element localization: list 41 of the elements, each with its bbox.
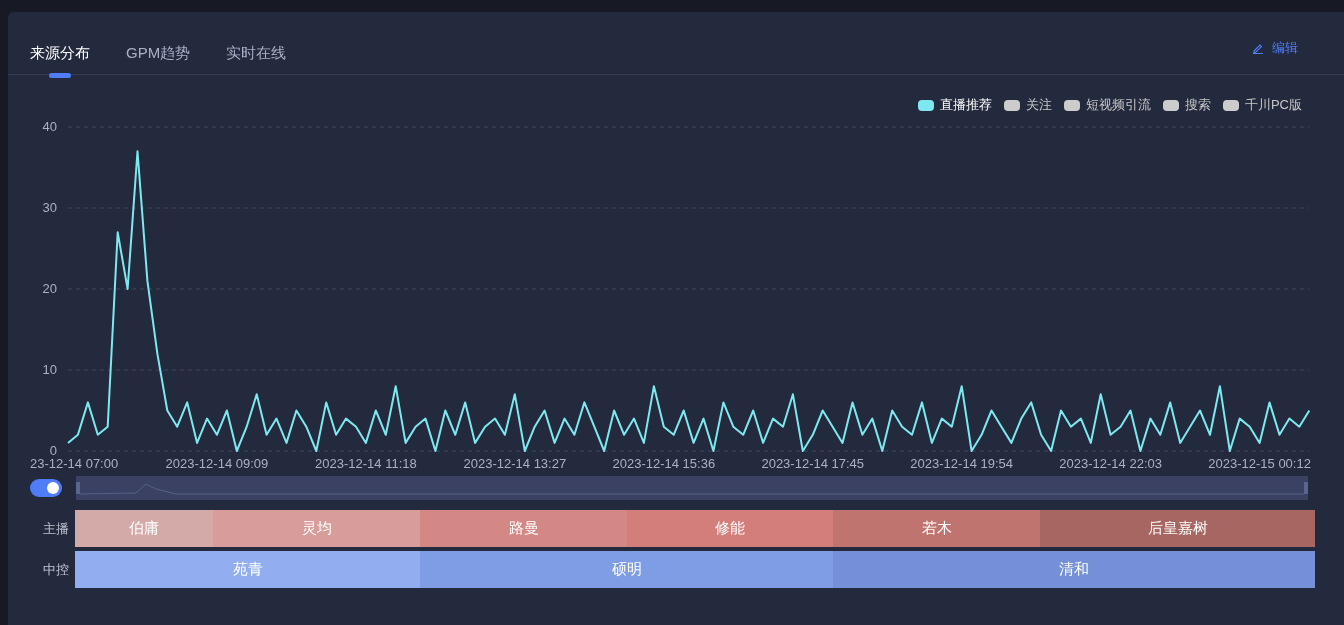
legend-swatch[interactable] — [1222, 99, 1239, 111]
y-axis-label: 20 — [42, 281, 57, 296]
tab[interactable]: GPM趋势 — [126, 42, 191, 75]
tab[interactable]: 实时在线 — [226, 42, 287, 75]
legend-label[interactable]: 搜索 — [1184, 97, 1211, 113]
legend-label[interactable]: 关注 — [1025, 97, 1052, 113]
legend-label[interactable]: 短视频引流 — [1085, 97, 1151, 113]
y-axis-label: 10 — [42, 362, 57, 377]
row-label: 中控 — [42, 560, 70, 579]
x-axis-label: 2023-12-14 15:36 — [612, 456, 716, 471]
schedule-segment: 修能 — [627, 510, 833, 547]
range-slider[interactable] — [76, 476, 1308, 500]
schedule-segment: 路曼 — [420, 510, 627, 547]
x-axis-label: 2023-12-14 17:45 — [761, 456, 865, 471]
legend-swatch[interactable] — [1063, 99, 1080, 111]
edit-button[interactable]: 编辑 — [1252, 38, 1298, 58]
schedule-segment: 后皇嘉树 — [1040, 510, 1315, 547]
x-axis-label: 2023-12-14 11:18 — [315, 456, 417, 471]
schedule-segment: 硕明 — [420, 551, 833, 588]
schedule-segment: 苑青 — [75, 551, 420, 588]
x-axis-label: 2023-12-14 22:03 — [1059, 456, 1162, 471]
schedule-segment: 伯庸 — [75, 510, 213, 547]
x-axis-label: 2023-12-14 09:09 — [165, 456, 269, 471]
legend-label[interactable]: 直播推荐 — [939, 97, 992, 113]
legend-label[interactable]: 千川PC版 — [1244, 97, 1302, 113]
schedule-segment: 若木 — [833, 510, 1040, 547]
schedule-segment: 清和 — [833, 551, 1315, 588]
y-axis-label: 40 — [42, 119, 57, 134]
toggle-switch[interactable] — [30, 479, 62, 497]
y-axis-label: 0 — [49, 443, 57, 458]
legend-swatch[interactable] — [1162, 99, 1179, 111]
x-axis-label: 2023-12-14 13:27 — [463, 456, 567, 471]
schedule-segment: 灵均 — [213, 510, 420, 547]
x-axis-label: 23-12-14 07:00 — [30, 456, 119, 471]
x-axis-label: 2023-12-14 19:54 — [910, 456, 1014, 471]
legend-swatch[interactable] — [917, 99, 934, 111]
y-axis-label: 30 — [42, 200, 57, 215]
x-axis-label: 2023-12-15 00:12 — [1208, 456, 1311, 471]
legend-swatch[interactable] — [1003, 99, 1020, 111]
row-label: 主播 — [42, 519, 70, 538]
tab[interactable]: 来源分布 — [30, 42, 90, 75]
